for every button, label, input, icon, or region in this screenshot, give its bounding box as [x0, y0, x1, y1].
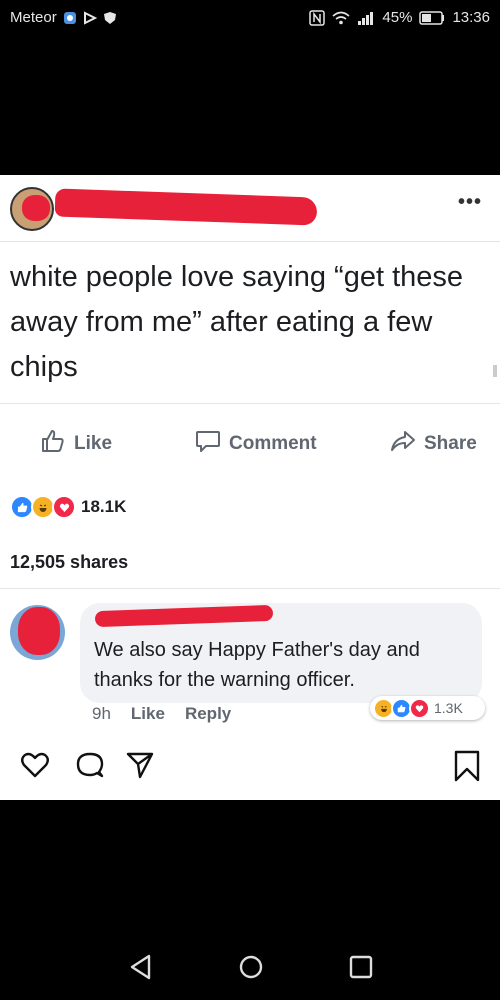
battery-icon — [419, 10, 445, 25]
signal-icon — [357, 11, 375, 25]
reaction-count: 18.1K — [81, 497, 127, 516]
shield-icon — [103, 11, 117, 25]
redacted-poster-name — [54, 188, 318, 226]
post-image[interactable]: ••• white people love saying “get these … — [0, 175, 500, 800]
clock: 13:36 — [452, 9, 490, 26]
status-bar: Meteor 45% 13:36 — [0, 0, 500, 36]
love-reaction-icon — [52, 495, 76, 519]
divider — [0, 588, 500, 589]
comment-like-link[interactable]: Like — [131, 704, 165, 724]
comment-text: We also say Happy Father's day and thank… — [94, 639, 420, 691]
send-icon[interactable] — [125, 750, 155, 785]
android-nav-bar — [0, 935, 500, 1000]
comment-button[interactable]: Comment — [195, 428, 317, 460]
like-label: Like — [74, 433, 113, 454]
comment-time: 9h — [92, 704, 111, 723]
nfc-icon — [309, 9, 326, 26]
bookmark-icon[interactable] — [452, 750, 482, 787]
home-icon[interactable] — [237, 953, 265, 986]
redaction-scribble — [22, 195, 50, 221]
more-options-icon[interactable]: ••• — [458, 191, 482, 214]
scroll-indicator — [493, 365, 497, 377]
like-button[interactable]: Like — [40, 428, 112, 460]
comment-reply-link[interactable]: Reply — [185, 704, 231, 724]
commenter-avatar[interactable] — [10, 605, 65, 660]
post-header: ••• — [0, 175, 500, 242]
back-icon[interactable] — [128, 953, 154, 986]
share-arrow-icon — [390, 428, 416, 460]
love-reaction-icon — [409, 697, 430, 719]
post-actions: Like Comment Share — [0, 403, 500, 484]
redaction-scribble — [18, 607, 60, 655]
battery-percentage: 45% — [382, 9, 413, 26]
comment-reactions[interactable]: 1.3K — [370, 696, 485, 720]
post-text: white people love saying “get these away… — [10, 261, 464, 383]
instagram-action-bar — [0, 740, 500, 800]
poster-avatar[interactable] — [10, 187, 54, 231]
comment-label: Comment — [229, 433, 317, 454]
share-button[interactable]: Share — [390, 428, 477, 460]
play-icon — [83, 10, 97, 25]
app-notification-icon — [63, 11, 77, 25]
speech-bubble-icon[interactable] — [75, 750, 105, 785]
share-label: Share — [424, 433, 477, 454]
share-count[interactable]: 12,505 shares — [10, 552, 128, 573]
heart-icon[interactable] — [20, 750, 50, 785]
thumbs-up-icon — [40, 428, 66, 460]
recents-icon[interactable] — [348, 953, 374, 986]
reaction-summary[interactable]: 18.1K — [10, 495, 126, 519]
wifi-icon — [332, 11, 350, 25]
comment-reaction-count: 1.3K — [434, 700, 463, 716]
carrier-name: Meteor — [10, 9, 57, 26]
comment-meta: 9h Like Reply — [92, 704, 231, 724]
comment-bubble-icon — [195, 428, 221, 460]
